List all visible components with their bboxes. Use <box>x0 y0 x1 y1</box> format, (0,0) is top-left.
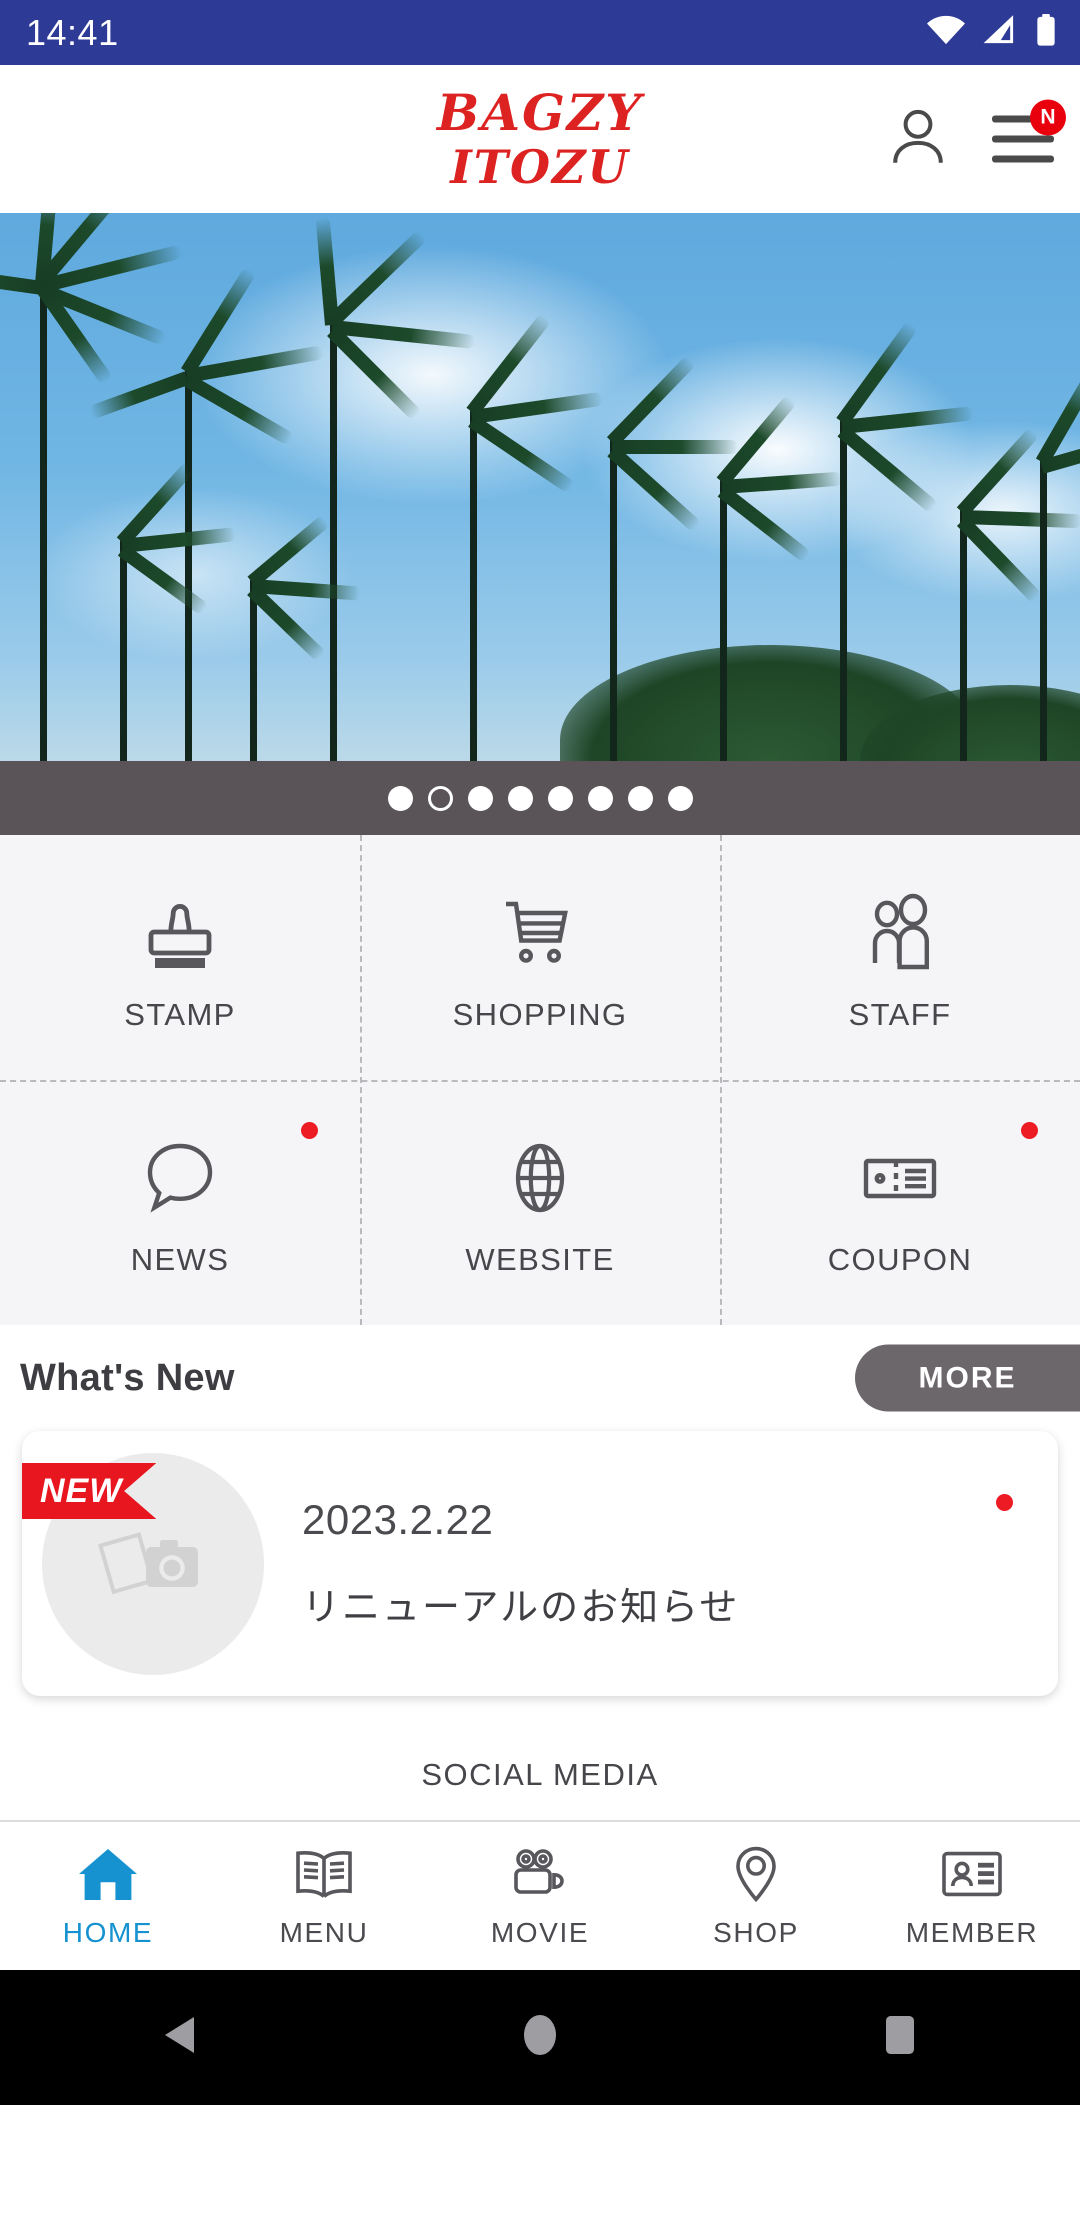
grid-item-label: SHOPPING <box>452 996 628 1032</box>
status-bar: 14:41 <box>0 0 1080 65</box>
grid-item-website[interactable]: WEBSITE <box>360 1080 720 1325</box>
video-camera-icon <box>508 1843 572 1905</box>
nav-item-label: MEMBER <box>905 1917 1039 1948</box>
speech-bubble-icon <box>134 1128 226 1224</box>
whats-new-header: What's New MORE <box>0 1325 1080 1431</box>
home-icon <box>77 1843 139 1905</box>
shopping-cart-icon <box>494 883 586 979</box>
system-recents-button[interactable] <box>800 2014 1000 2061</box>
grid-item-label: COUPON <box>827 1241 973 1277</box>
app-screen: 14:41 BAGZY ITOZU N STAMP SHOPPING STAFF… <box>0 0 1080 2220</box>
social-media-section: SOCIAL MEDIA <box>0 1730 1080 1822</box>
wifi-icon <box>926 15 966 50</box>
coupon-unread-badge <box>1021 1122 1038 1139</box>
news-content: 2023.2.22 リニューアルのお知らせ <box>302 1496 739 1631</box>
menu-notification-badge: N <box>1030 99 1066 136</box>
grid-item-shopping[interactable]: SHOPPING <box>360 835 720 1080</box>
news-unread-badge <box>301 1122 318 1139</box>
carousel-dot[interactable] <box>667 785 693 811</box>
news-card[interactable]: NEW 2023.2.22 リニューアルのお知らせ <box>22 1431 1058 1696</box>
system-navigation-bar <box>0 1970 1080 2105</box>
home-circle-icon <box>521 2013 559 2062</box>
grid-item-news[interactable]: NEWS <box>0 1080 360 1325</box>
feature-grid: STAMP SHOPPING STAFF NEWS WEBSITE COUPON <box>0 835 1080 1325</box>
carousel-dot[interactable] <box>467 785 493 811</box>
carousel-dot[interactable] <box>627 785 653 811</box>
nav-item-member[interactable]: MEMBER <box>864 1843 1080 1949</box>
ticket-icon <box>854 1128 946 1224</box>
grid-item-label: STAFF <box>848 996 952 1032</box>
id-card-icon <box>940 1843 1004 1905</box>
nav-item-label: MOVIE <box>490 1917 590 1948</box>
brand-logo-line1: BAGZY <box>437 83 643 142</box>
brand-logo[interactable]: BAGZY ITOZU <box>437 83 643 194</box>
battery-icon <box>1034 14 1058 51</box>
people-icon <box>854 883 946 979</box>
app-header: BAGZY ITOZU N <box>0 65 1080 213</box>
carousel-dot-active[interactable] <box>427 785 453 811</box>
bottom-navigation: HOME MENU MOVIE SHOP MEMBER <box>0 1822 1080 1970</box>
news-date: 2023.2.22 <box>302 1496 494 1543</box>
system-back-button[interactable] <box>80 2014 280 2061</box>
carousel-dot[interactable] <box>547 785 573 811</box>
person-icon <box>890 108 946 171</box>
menu-button[interactable]: N <box>992 99 1066 163</box>
status-bar-clock: 14:41 <box>26 11 119 53</box>
grid-item-stamp[interactable]: STAMP <box>0 835 360 1080</box>
back-triangle-icon <box>162 2014 198 2061</box>
status-bar-icons <box>926 14 1058 51</box>
nav-item-shop[interactable]: SHOP <box>648 1843 864 1949</box>
carousel-pagination[interactable] <box>0 761 1080 835</box>
social-media-label: SOCIAL MEDIA <box>421 1757 659 1792</box>
account-button[interactable] <box>890 108 946 171</box>
grid-item-coupon[interactable]: COUPON <box>720 1080 1080 1325</box>
nav-item-label: MENU <box>279 1917 369 1948</box>
stamp-icon <box>134 883 226 979</box>
news-list: NEW 2023.2.22 リニューアルのお知らせ <box>0 1431 1080 1730</box>
nav-item-menu[interactable]: MENU <box>216 1843 432 1949</box>
carousel-dot[interactable] <box>507 785 533 811</box>
news-headline: リニューアルのお知らせ <box>302 1585 740 1629</box>
whats-new-more-button[interactable]: MORE <box>855 1344 1080 1412</box>
system-home-button[interactable] <box>440 2013 640 2062</box>
nav-item-home[interactable]: HOME <box>0 1843 216 1949</box>
hero-slide-image <box>0 213 1080 835</box>
recents-square-icon <box>883 2014 917 2061</box>
news-unread-dot <box>996 1494 1013 1511</box>
header-actions: N <box>890 99 1066 171</box>
nav-item-label: HOME <box>62 1917 154 1948</box>
globe-icon <box>494 1128 586 1224</box>
grid-item-staff[interactable]: STAFF <box>720 835 1080 1080</box>
map-pin-icon <box>730 1843 782 1905</box>
carousel-dot[interactable] <box>587 785 613 811</box>
open-book-icon <box>292 1843 356 1905</box>
hero-carousel[interactable] <box>0 213 1080 835</box>
brand-logo-line2: ITOZU <box>450 140 630 194</box>
grid-item-label: NEWS <box>130 1241 230 1277</box>
carousel-dot[interactable] <box>387 785 413 811</box>
cellular-signal-icon <box>982 15 1018 50</box>
grid-item-label: WEBSITE <box>465 1241 615 1277</box>
photo-placeholder-icon <box>97 1521 208 1606</box>
grid-item-label: STAMP <box>124 996 236 1032</box>
whats-new-title: What's New <box>20 1356 235 1399</box>
nav-item-movie[interactable]: MOVIE <box>432 1843 648 1949</box>
nav-item-label: SHOP <box>713 1917 799 1948</box>
